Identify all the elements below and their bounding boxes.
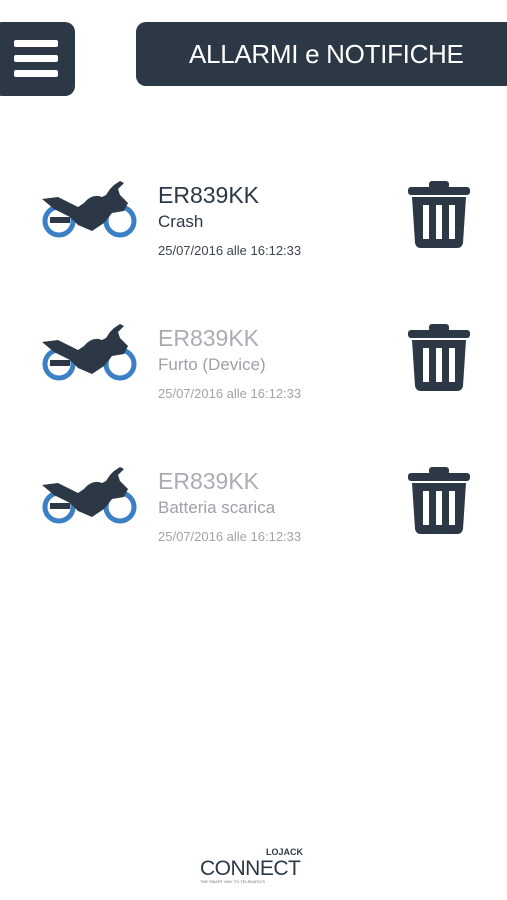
alarm-item[interactable]: ER839KK Batteria scarica 25/07/2016 alle… xyxy=(0,456,507,599)
motorcycle-icon xyxy=(42,181,137,238)
lojack-connect-logo: LOJACK CONNECT THE SMART WAY TO TELEMATI… xyxy=(198,845,313,885)
hamburger-menu-icon xyxy=(14,40,75,77)
alarm-item[interactable]: ER839KK Crash 25/07/2016 alle 16:12:33 xyxy=(0,170,507,313)
trash-icon[interactable] xyxy=(408,324,470,391)
alarm-date: 25/07/2016 alle 16:12:33 xyxy=(158,386,302,401)
alarm-type: Batteria scarica xyxy=(158,498,276,517)
menu-button[interactable] xyxy=(0,22,75,96)
alarm-date: 25/07/2016 alle 16:12:33 xyxy=(158,529,302,544)
motorcycle-icon xyxy=(42,324,137,381)
alarm-type: Furto (Device) xyxy=(158,355,266,374)
alarm-details: ER839KK Crash 25/07/2016 alle 16:12:33 xyxy=(158,181,388,260)
logo-mark: LOJACK xyxy=(266,847,304,857)
alarm-plate: ER839KK xyxy=(158,182,260,208)
page-title: ALLARMI e NOTIFICHE xyxy=(189,38,464,69)
logo-word: CONNECT xyxy=(200,857,301,880)
header-title-bar: ALLARMI e NOTIFICHE xyxy=(136,22,507,86)
trash-icon[interactable] xyxy=(408,181,470,248)
alarm-item[interactable]: ER839KK Furto (Device) 25/07/2016 alle 1… xyxy=(0,313,507,456)
motorcycle-icon xyxy=(42,467,137,524)
alarm-details: ER839KK Furto (Device) 25/07/2016 alle 1… xyxy=(158,324,388,403)
alarm-list: ER839KK Crash 25/07/2016 alle 16:12:33 E… xyxy=(0,170,507,599)
alarm-plate: ER839KK xyxy=(158,468,260,494)
trash-icon[interactable] xyxy=(408,467,470,534)
alarm-type: Crash xyxy=(158,212,204,231)
alarm-plate: ER839KK xyxy=(158,325,260,351)
alarm-date: 25/07/2016 alle 16:12:33 xyxy=(158,243,302,258)
alarm-details: ER839KK Batteria scarica 25/07/2016 alle… xyxy=(158,467,388,546)
logo-tagline: THE SMART WAY TO TELEMATICS xyxy=(200,879,266,884)
